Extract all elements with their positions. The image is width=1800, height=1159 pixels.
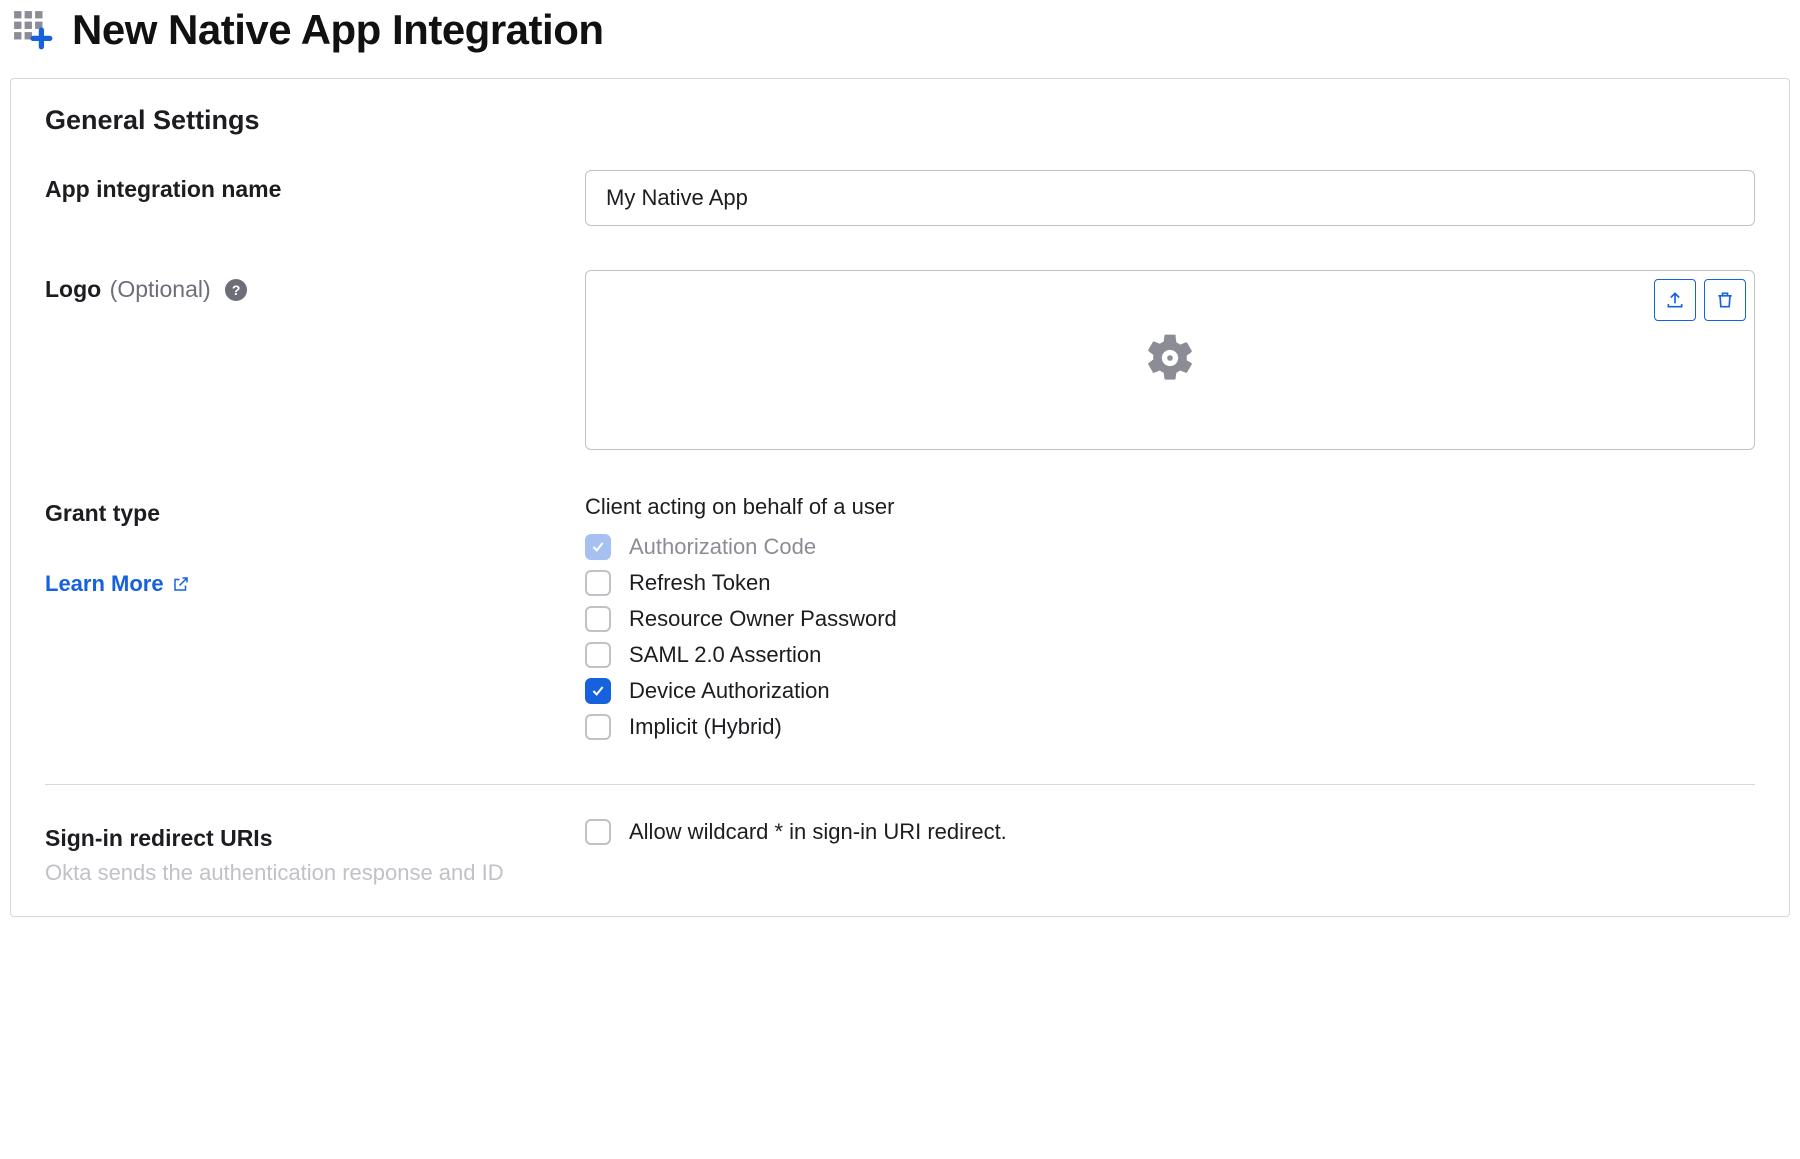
logo-dropzone[interactable] <box>585 270 1755 450</box>
upload-logo-button[interactable] <box>1654 279 1696 321</box>
grant-checkbox[interactable] <box>585 606 611 632</box>
grant-checkbox[interactable] <box>585 642 611 668</box>
help-icon[interactable]: ? <box>225 279 247 301</box>
signin-redirect-hint: Okta sends the authentication response a… <box>45 860 585 886</box>
grant-checkbox <box>585 534 611 560</box>
logo-optional: (Optional) <box>110 276 211 302</box>
general-settings-panel: General Settings App integration name Lo… <box>10 78 1790 917</box>
delete-logo-button[interactable] <box>1704 279 1746 321</box>
grant-subheading: Client acting on behalf of a user <box>585 494 1755 520</box>
grant-option-label: Implicit (Hybrid) <box>629 714 782 740</box>
grant-option-label: Resource Owner Password <box>629 606 897 632</box>
section-title: General Settings <box>45 105 1755 136</box>
signin-redirect-label: Sign-in redirect URIs <box>45 825 272 851</box>
page-title: New Native App Integration <box>72 6 604 54</box>
app-name-input[interactable] <box>585 170 1755 226</box>
wildcard-label: Allow wildcard * in sign-in URI redirect… <box>629 819 1007 845</box>
divider <box>45 784 1755 785</box>
app-name-label: App integration name <box>45 176 281 202</box>
grant-option-label: Authorization Code <box>629 534 816 560</box>
grant-checkbox[interactable] <box>585 714 611 740</box>
learn-more-link[interactable]: Learn More <box>45 571 190 597</box>
wildcard-checkbox[interactable] <box>585 819 611 845</box>
grant-option-label: Device Authorization <box>629 678 830 704</box>
grant-option-label: SAML 2.0 Assertion <box>629 642 821 668</box>
logo-label: Logo <box>45 276 101 302</box>
grant-type-label: Grant type <box>45 500 160 526</box>
grant-option-label: Refresh Token <box>629 570 770 596</box>
apps-plus-icon <box>12 9 54 51</box>
learn-more-text: Learn More <box>45 571 164 597</box>
grant-checkbox[interactable] <box>585 570 611 596</box>
grant-checkbox[interactable] <box>585 678 611 704</box>
gear-icon <box>1142 330 1198 391</box>
external-link-icon <box>172 575 190 593</box>
